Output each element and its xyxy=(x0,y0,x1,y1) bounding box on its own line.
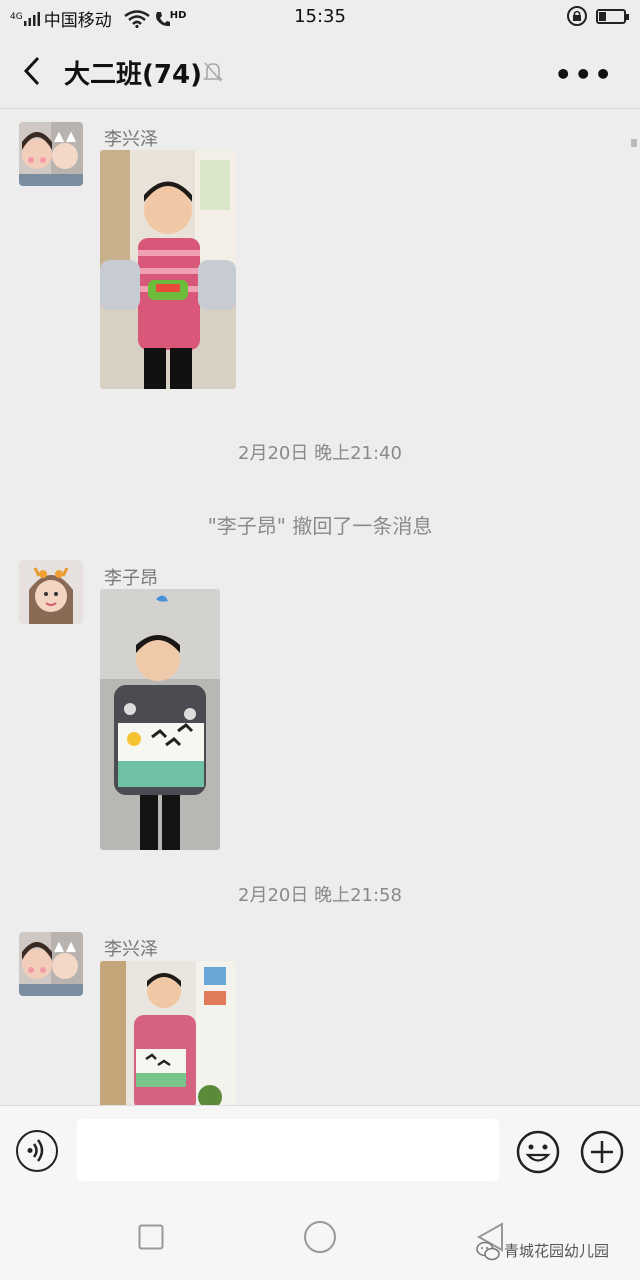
scrollbar-thumb[interactable] xyxy=(631,139,637,147)
girl-with-child-avatar-icon xyxy=(19,932,83,996)
recall-notice: "李子昂" 撤回了一条消息 xyxy=(207,514,433,538)
girl-with-child-avatar-icon xyxy=(19,122,83,186)
voice-icon xyxy=(27,1139,44,1162)
chat-messages[interactable]: 李兴泽 2月20日 晚上21:40 "李子昂" 撤回了一条消息 李子昂 2月20… xyxy=(0,109,640,1105)
avatar[interactable] xyxy=(19,932,83,996)
watermark: 青城花园幼儿园 xyxy=(476,1240,609,1261)
boy-holding-craft-image xyxy=(100,150,236,389)
status-right xyxy=(566,5,629,27)
boy-holding-drawing-image xyxy=(100,589,220,850)
rotation-lock-icon xyxy=(567,6,587,26)
mute-bell-icon xyxy=(203,62,223,82)
more-options-button[interactable]: ••• xyxy=(554,58,614,91)
voice-button[interactable] xyxy=(16,1130,58,1172)
photo-message[interactable] xyxy=(100,589,220,850)
sender-name: 李兴泽 xyxy=(104,939,158,960)
message-timestamp: 2月20日 晚上21:40 xyxy=(238,443,402,464)
avatar[interactable] xyxy=(19,560,83,624)
avatar[interactable] xyxy=(19,122,83,186)
watermark-text: 青城花园幼儿园 xyxy=(504,1242,610,1260)
message-timestamp: 2月20日 晚上21:58 xyxy=(238,885,402,906)
group-title: 大二班(74) xyxy=(64,60,202,90)
sender-name: 李子昂 xyxy=(104,568,158,589)
recent-apps-icon[interactable] xyxy=(138,1224,164,1250)
woman-with-antlers-avatar-icon xyxy=(19,560,83,624)
photo-message[interactable] xyxy=(100,961,236,1105)
battery-icon xyxy=(596,8,629,24)
wechat-logo-icon xyxy=(476,1241,500,1260)
boy-with-drawing-image xyxy=(100,961,236,1105)
input-bar xyxy=(0,1105,640,1196)
sender-name: 李兴泽 xyxy=(104,129,158,150)
plus-button-icon[interactable] xyxy=(580,1130,624,1174)
status-time: 15:35 xyxy=(294,6,346,27)
home-icon[interactable] xyxy=(303,1220,337,1254)
message-input[interactable] xyxy=(77,1119,499,1181)
chat-header: 大二班(74) ••• xyxy=(0,34,640,109)
system-navigation-bar xyxy=(0,1195,640,1280)
status-bar: 4G 中国移动 HD 15:35 xyxy=(0,0,640,34)
photo-message[interactable] xyxy=(100,150,236,389)
emoji-button-icon[interactable] xyxy=(516,1130,560,1174)
back-arrow-icon[interactable] xyxy=(18,54,48,88)
